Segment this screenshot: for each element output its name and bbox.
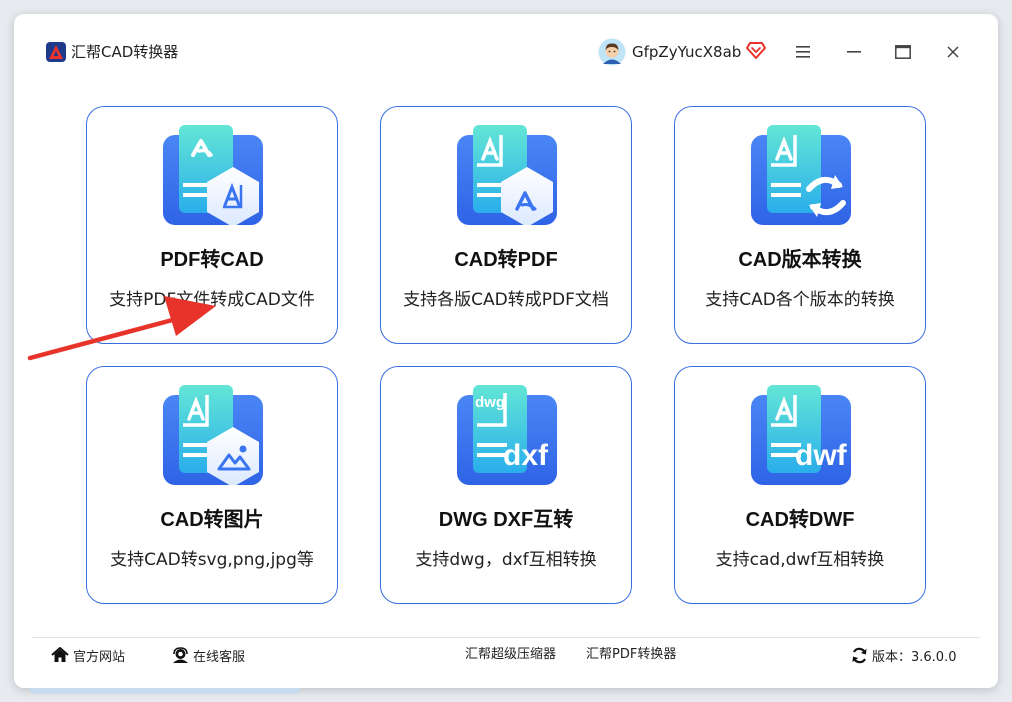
- progress-strip: [30, 688, 300, 694]
- dwg-dxf-icon: dwg dxf: [457, 385, 557, 485]
- footer-divider: [32, 637, 980, 638]
- cad-to-image-icon: [163, 385, 263, 485]
- card-description: 支持CAD各个版本的转换: [705, 290, 895, 310]
- compressor-link[interactable]: 汇帮超级压缩器: [465, 645, 556, 665]
- home-icon: [51, 647, 69, 662]
- footer-support-label: 在线客服: [193, 649, 246, 665]
- card-description: 支持dwg，dxf互相转换: [415, 550, 597, 570]
- card-pdf-to-cad[interactable]: PDF转CAD 支持PDF文件转成CAD文件: [86, 106, 338, 344]
- card-title: CAD转DWF: [745, 509, 855, 531]
- hamburger-icon: [796, 46, 810, 58]
- card-description: 支持cad,dwf互相转换: [715, 550, 885, 570]
- cad-to-pdf-icon: [457, 125, 557, 225]
- svg-text:dwf: dwf: [795, 439, 848, 472]
- menu-button[interactable]: [792, 41, 814, 63]
- support-headset-icon: [173, 646, 188, 663]
- card-title: PDF转CAD: [160, 249, 264, 271]
- card-cad-version-convert[interactable]: CAD版本转换 支持CAD各个版本的转换: [674, 106, 926, 344]
- card-title: CAD版本转换: [738, 249, 862, 271]
- footer-website-label: 官方网站: [73, 649, 126, 665]
- avatar[interactable]: [598, 38, 626, 66]
- card-dwg-dxf-convert[interactable]: dwg dxf DWG DXF互转 支持dwg，dxf互相转换: [380, 366, 632, 604]
- refresh-icon: [852, 647, 867, 663]
- pdf-to-cad-icon: [163, 125, 263, 225]
- svg-text:dwg: dwg: [475, 394, 505, 411]
- version-label: 版本：3.6.0.0: [872, 649, 957, 665]
- online-support-link[interactable]: 在线客服: [172, 645, 245, 665]
- app-logo-icon: [46, 42, 66, 62]
- minimize-button[interactable]: [843, 41, 865, 63]
- card-title: DWG DXF互转: [438, 509, 574, 531]
- version-check[interactable]: 版本：3.6.0.0: [851, 645, 956, 665]
- card-title: CAD转图片: [160, 509, 264, 531]
- cad-version-icon: [751, 125, 851, 225]
- maximize-button[interactable]: [892, 41, 914, 63]
- card-cad-to-pdf[interactable]: CAD转PDF 支持各版CAD转成PDF文档: [380, 106, 632, 344]
- card-description: 支持各版CAD转成PDF文档: [403, 290, 609, 310]
- pdf-converter-link[interactable]: 汇帮PDF转换器: [586, 645, 676, 665]
- vip-diamond-icon[interactable]: [746, 40, 766, 60]
- username[interactable]: GfpZyYucX8ab: [632, 42, 741, 62]
- card-description: 支持CAD转svg,png,jpg等: [110, 550, 314, 570]
- cad-to-dwf-icon: dwf: [751, 385, 851, 485]
- svg-text:dxf: dxf: [503, 439, 549, 472]
- app-title: 汇帮CAD转换器: [71, 43, 179, 61]
- official-website-link[interactable]: 官方网站: [51, 645, 125, 665]
- close-button[interactable]: [942, 41, 964, 63]
- close-icon: [947, 46, 959, 58]
- card-cad-to-image[interactable]: CAD转图片 支持CAD转svg,png,jpg等: [86, 366, 338, 604]
- card-title: CAD转PDF: [454, 249, 558, 271]
- card-cad-to-dwf[interactable]: dwf CAD转DWF 支持cad,dwf互相转换: [674, 366, 926, 604]
- maximize-icon: [895, 45, 911, 59]
- card-description: 支持PDF文件转成CAD文件: [109, 290, 315, 310]
- minimize-icon: [847, 51, 861, 53]
